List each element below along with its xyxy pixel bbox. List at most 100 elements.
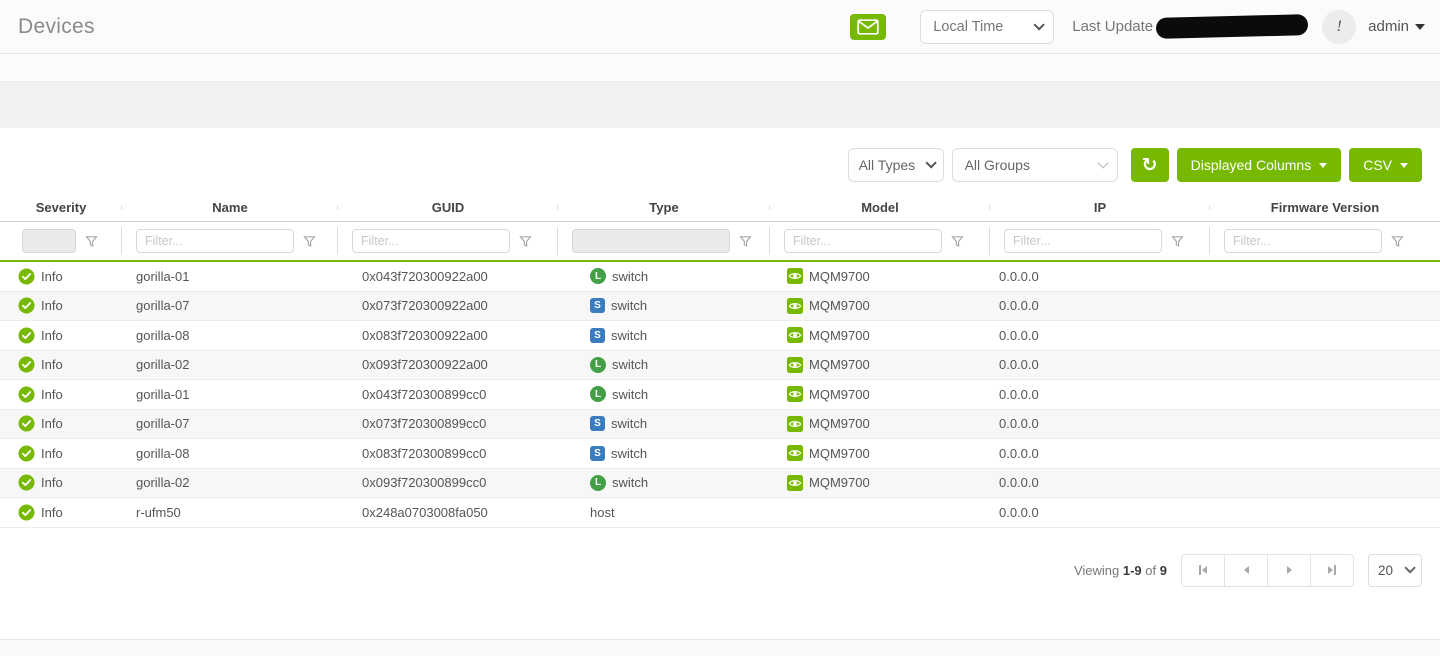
chevron-down-icon <box>1034 19 1045 30</box>
table-row[interactable]: Info gorilla-07 0x073f720300922a00 S swi… <box>0 292 1440 322</box>
check-circle-icon <box>18 386 35 403</box>
previous-page-button[interactable] <box>1224 554 1268 587</box>
severity-cell: Info <box>0 504 122 521</box>
column-header-name[interactable]: Name <box>122 200 338 215</box>
pager-buttons <box>1181 554 1354 587</box>
funnel-icon[interactable] <box>1391 235 1404 248</box>
filter-cell-severity <box>0 222 122 260</box>
column-header-type[interactable]: Type <box>558 200 770 215</box>
help-button[interactable]: ! <box>1322 10 1356 44</box>
model-label: MQM9700 <box>809 387 870 402</box>
type-cell: L switch <box>558 357 770 373</box>
page-size-select[interactable]: 20 <box>1368 554 1422 587</box>
pagination: Viewing 1-9 of 9 20 <box>0 554 1422 587</box>
firmware-filter-input[interactable] <box>1224 229 1382 253</box>
ip-cell: 0.0.0.0 <box>990 387 1210 402</box>
column-header-model[interactable]: Model <box>770 200 990 215</box>
first-page-button[interactable] <box>1181 554 1225 587</box>
last-page-icon <box>1334 565 1336 575</box>
nvidia-eye-icon <box>787 327 803 343</box>
type-cell: host <box>558 505 770 520</box>
chevron-down-icon <box>925 157 936 168</box>
funnel-icon[interactable] <box>739 235 752 248</box>
viewing-summary: Viewing 1-9 of 9 <box>1074 563 1167 578</box>
filter-cell-model <box>770 222 990 260</box>
type-badge: S <box>590 416 605 431</box>
footer-divider <box>0 639 1440 656</box>
next-page-button[interactable] <box>1267 554 1311 587</box>
chevron-down-icon <box>1404 562 1415 573</box>
filter-cell-name <box>122 222 338 260</box>
check-circle-icon <box>18 504 35 521</box>
model-cell: MQM9700 <box>770 268 990 284</box>
group-filter-select[interactable]: All Groups <box>952 148 1118 182</box>
nvidia-eye-icon <box>787 445 803 461</box>
check-circle-icon <box>18 415 35 432</box>
type-filter-select[interactable]: All Types <box>848 148 944 182</box>
name-cell: gorilla-07 <box>122 298 338 313</box>
csv-label: CSV <box>1363 157 1392 173</box>
type-label: switch <box>612 475 648 490</box>
model-cell: MQM9700 <box>770 357 990 373</box>
severity-cell: Info <box>0 415 122 432</box>
refresh-button[interactable]: ↻ <box>1131 148 1169 182</box>
table-filter-row <box>0 222 1440 262</box>
filter-cell-type <box>558 222 770 260</box>
ip-filter-input[interactable] <box>1004 229 1162 253</box>
model-cell: MQM9700 <box>770 386 990 402</box>
funnel-icon[interactable] <box>303 235 316 248</box>
name-cell: gorilla-02 <box>122 475 338 490</box>
severity-cell: Info <box>0 268 122 285</box>
last-page-button[interactable] <box>1310 554 1354 587</box>
column-header-ip[interactable]: IP <box>990 200 1210 215</box>
guid-filter-input[interactable] <box>352 229 510 253</box>
column-header-severity[interactable]: Severity <box>0 200 122 215</box>
table-row[interactable]: Info r-ufm50 0x248a0703008fa050 host 0.0… <box>0 498 1440 528</box>
guid-cell: 0x093f720300922a00 <box>338 357 558 372</box>
funnel-icon[interactable] <box>519 235 532 248</box>
guid-cell: 0x083f720300899cc0 <box>338 446 558 461</box>
funnel-icon[interactable] <box>951 235 964 248</box>
displayed-columns-label: Displayed Columns <box>1191 157 1312 173</box>
user-menu[interactable]: admin <box>1368 18 1425 35</box>
table-row[interactable]: Info gorilla-07 0x073f720300899cc0 S swi… <box>0 410 1440 440</box>
csv-button[interactable]: CSV <box>1349 148 1422 182</box>
table-row[interactable]: Info gorilla-08 0x083f720300922a00 S swi… <box>0 321 1440 351</box>
model-label: MQM9700 <box>809 328 870 343</box>
ip-cell: 0.0.0.0 <box>990 446 1210 461</box>
timezone-select[interactable]: Local Time <box>920 10 1054 44</box>
severity-cell: Info <box>0 474 122 491</box>
nvidia-eye-icon <box>787 386 803 402</box>
funnel-icon[interactable] <box>1171 235 1184 248</box>
nvidia-eye-icon <box>787 268 803 284</box>
group-filter-value: All Groups <box>965 157 1030 173</box>
type-badge: S <box>590 446 605 461</box>
model-cell: MQM9700 <box>770 445 990 461</box>
table-row[interactable]: Info gorilla-01 0x043f720300922a00 L swi… <box>0 262 1440 292</box>
table-header-row: Severity Name GUID Type Model IP Firmwar… <box>0 194 1440 222</box>
guid-cell: 0x073f720300922a00 <box>338 298 558 313</box>
displayed-columns-button[interactable]: Displayed Columns <box>1177 148 1342 182</box>
column-header-firmware[interactable]: Firmware Version <box>1210 200 1440 215</box>
table-toolbar: All Types All Groups ↻ Displayed Columns… <box>0 148 1422 182</box>
topbar: Devices Local Time Last Update ! admin <box>0 0 1440 54</box>
funnel-icon[interactable] <box>85 235 98 248</box>
devices-page: Devices Local Time Last Update ! admin <box>0 0 1440 656</box>
table-row[interactable]: Info gorilla-08 0x083f720300899cc0 S swi… <box>0 439 1440 469</box>
last-update-label: Last Update <box>1072 18 1153 35</box>
ip-cell: 0.0.0.0 <box>990 298 1210 313</box>
table-row[interactable]: Info gorilla-02 0x093f720300899cc0 L swi… <box>0 469 1440 499</box>
name-filter-input[interactable] <box>136 229 294 253</box>
nvidia-eye-icon <box>787 416 803 432</box>
severity-cell: Info <box>0 386 122 403</box>
table-row[interactable]: Info gorilla-02 0x093f720300922a00 L swi… <box>0 351 1440 381</box>
model-filter-input[interactable] <box>784 229 942 253</box>
type-label: switch <box>611 298 647 313</box>
type-badge: L <box>590 386 606 402</box>
messages-button[interactable] <box>850 14 886 40</box>
table-row[interactable]: Info gorilla-01 0x043f720300899cc0 L swi… <box>0 380 1440 410</box>
model-label: MQM9700 <box>809 298 870 313</box>
viewing-label: Viewing <box>1074 563 1119 578</box>
column-header-guid[interactable]: GUID <box>338 200 558 215</box>
severity-label: Info <box>41 505 63 520</box>
